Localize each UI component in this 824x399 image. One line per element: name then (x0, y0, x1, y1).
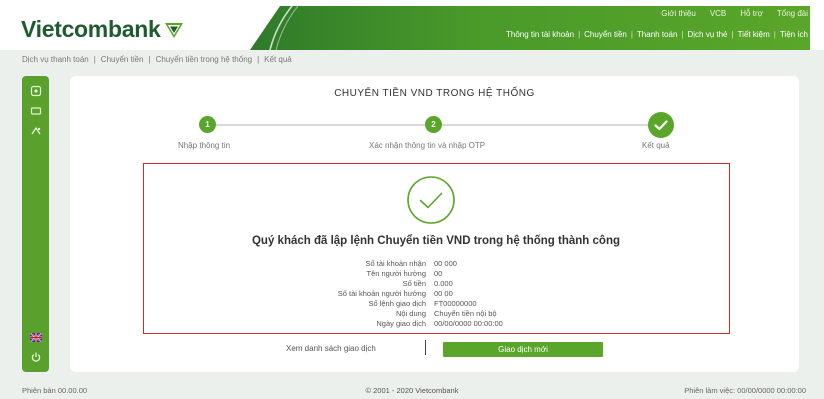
message-icon[interactable] (28, 103, 43, 118)
detail-value: Chuyển tiền nội bộ (434, 309, 497, 318)
breadcrumb-separator: | (148, 55, 151, 64)
detail-row: Ngày giao dịch 00/00/0000 00:00:00 (144, 319, 728, 329)
top-links: Giới thiệu VCB Hỗ trợ Tổng đài (661, 9, 808, 18)
nav-separator: | (578, 30, 581, 39)
top-link-support[interactable]: Hỗ trợ (740, 9, 763, 18)
logo-mark-icon (165, 22, 184, 38)
detail-label: Số tiền (402, 279, 426, 288)
step-1-circle: 1 (199, 116, 216, 133)
nav-item-transfer[interactable]: Chuyển tiền (584, 30, 627, 39)
brand-name: Vietcombank (21, 16, 161, 42)
header: Vietcombank Giới thiệu VCB Hỗ trợ Tổng đ… (0, 0, 824, 50)
success-check-icon (407, 176, 455, 224)
step-3-label: Kết quả (642, 141, 670, 150)
stepper-line (442, 124, 659, 126)
step-1-label: Nhập thông tin (178, 141, 231, 150)
step-2-label: Xác nhận thông tin và nhập OTP (369, 141, 486, 150)
breadcrumb-internal-transfer[interactable]: Chuyển tiền trong hệ thống (156, 55, 253, 64)
nav-item-utilities[interactable]: Tiện ích (780, 30, 808, 39)
nav-item-savings[interactable]: Tiết kiệm (738, 30, 770, 39)
step-2-circle: 2 (425, 116, 442, 133)
page-title: CHUYỂN TIỀN VND TRONG HỆ THỐNG (334, 88, 535, 99)
success-message: Quý khách đã lập lệnh Chuyển tiền VND tr… (251, 235, 620, 247)
detail-value: 0.000 (434, 279, 453, 288)
nav-item-payment[interactable]: Thanh toán (637, 30, 677, 39)
top-link-hotline[interactable]: Tổng đài (777, 9, 808, 18)
detail-row: Số tài khoản nhận 00 000 (144, 259, 728, 269)
left-sidebar (22, 76, 49, 372)
detail-value: 00 00 (434, 289, 453, 298)
nav-separator: | (630, 30, 633, 39)
nav-item-card[interactable]: Dịch vụ thẻ (687, 30, 727, 39)
breadcrumb-transfer[interactable]: Chuyển tiền (101, 55, 144, 64)
home-icon[interactable] (28, 83, 43, 98)
vietcombank-logo[interactable]: Vietcombank (21, 16, 184, 43)
detail-value: 00 (434, 269, 443, 278)
detail-value: 00/00/0000 00:00:00 (434, 319, 503, 328)
new-transaction-button[interactable]: Giao dịch mới (443, 342, 603, 357)
nav-separator: | (731, 30, 734, 39)
main-nav: Thông tin tài khoản | Chuyển tiền | Thanh … (506, 30, 808, 39)
breadcrumb-payment[interactable]: Dịch vụ thanh toán (22, 55, 89, 64)
detail-row: Tên người hưởng 00 (144, 269, 728, 279)
breadcrumb-separator: | (257, 55, 260, 64)
breadcrumb-separator: | (93, 55, 96, 64)
top-link-about[interactable]: Giới thiệu (661, 9, 696, 18)
settings-icon[interactable] (28, 123, 43, 138)
check-icon (654, 120, 668, 131)
result-panel: Quý khách đã lập lệnh Chuyển tiền VND tr… (143, 163, 730, 334)
view-transactions-link[interactable]: Xem danh sách giao dịch (286, 344, 376, 353)
step-3-circle (648, 112, 674, 138)
detail-row: Số tài khoản người hưởng 00 00 (144, 289, 728, 299)
nav-separator: | (681, 30, 684, 39)
top-link-vcb[interactable]: VCB (710, 9, 726, 18)
footer-session: Phiên làm việc: 00/00/0000 00:00:00 (684, 386, 806, 395)
detail-row: Nội dung Chuyển tiền nội bộ (144, 309, 728, 319)
nav-separator: | (773, 30, 776, 39)
detail-label: Số tài khoản người hưởng (337, 289, 426, 298)
nav-item-account[interactable]: Thông tin tài khoản (506, 30, 574, 39)
power-icon[interactable] (28, 349, 43, 364)
header-decoration (269, 6, 298, 50)
detail-row: Số lệnh giao dịch FT00000000 (144, 299, 728, 309)
detail-label: Số lệnh giao dịch (368, 299, 426, 308)
breadcrumb-result: Kết quả (264, 55, 292, 64)
detail-row: Số tiền 0.000 (144, 279, 728, 289)
action-divider (425, 340, 426, 355)
detail-label: Số tài khoản nhận (365, 259, 426, 268)
flag-icon[interactable] (28, 330, 43, 345)
detail-label: Ngày giao dịch (376, 319, 426, 328)
breadcrumb: Dịch vụ thanh toán | Chuyển tiền | Chuyể… (22, 55, 292, 64)
stepper-line (214, 124, 433, 126)
detail-value: 00 000 (434, 259, 457, 268)
detail-label: Tên người hưởng (366, 269, 427, 278)
detail-label: Nội dung (395, 309, 426, 318)
detail-value: FT00000000 (434, 299, 477, 308)
